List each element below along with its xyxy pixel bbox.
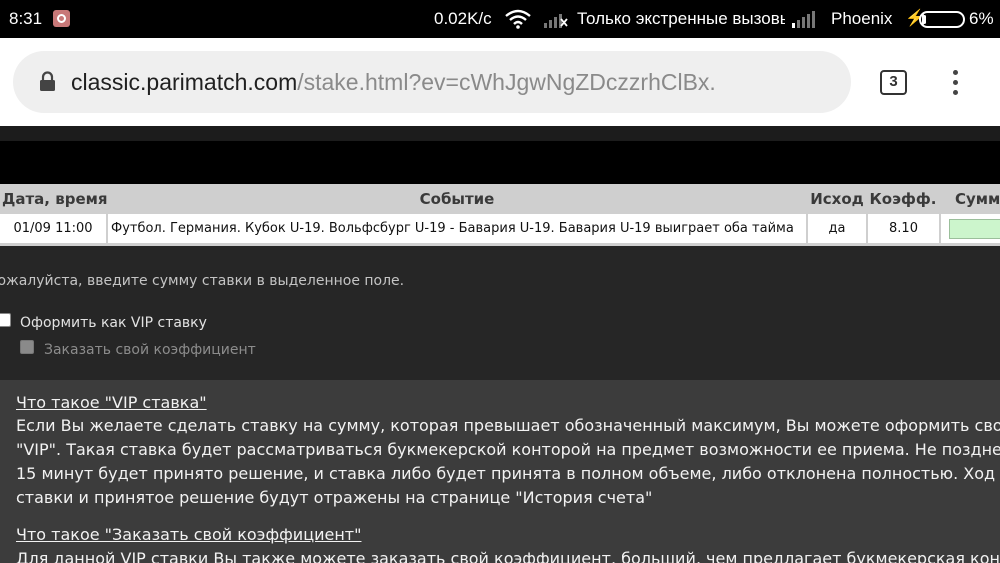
vip-bet-checkbox[interactable] [0,313,11,327]
browser-toolbar: classic.parimatch.com/stake.html?ev=cWhJ… [0,38,1000,126]
status-carrier-1: Только экстренные вызовы [577,9,785,28]
info-vip-text-line: Если Вы желаете сделать ставку на сумму,… [16,416,1000,435]
status-time: 8:31 [9,9,43,28]
battery-percent: 6% [969,9,994,28]
stake-amount-input[interactable] [949,219,1000,239]
cell-stake [941,214,1000,243]
status-carrier-2: Phoenix [831,9,893,28]
url-text[interactable]: classic.parimatch.com/stake.html?ev=cWhJ… [71,67,716,97]
cell-date: 01/09 11:00 [0,214,106,243]
custom-odds-checkbox[interactable] [20,340,34,354]
header-odds: Коэфф. [869,190,937,208]
web-page: Дата, время Событие Исход Коэфф. Сумма 0… [0,126,1000,563]
url-path: /stake.html?ev=cWhJgwNgZDczzrhClBx. [297,69,716,95]
signal-no-service-icon [544,14,568,28]
custom-odds-label[interactable]: Заказать свой коэффициент [44,342,256,358]
stake-hint: Пожалуйста, введите сумму ставки в выдел… [0,273,405,289]
info-vip-title: Что такое "VIP ставка" [16,393,207,412]
url-domain: classic.parimatch.com [71,69,298,95]
bet-slip-table: Дата, время Событие Исход Коэфф. Сумма 0… [0,184,1000,246]
info-vip-text-line: "VIP". Такая ставка будет рассматриватьс… [16,440,1000,459]
battery-fill [922,14,924,25]
lock-icon [40,71,55,91]
page-header-band [0,141,1000,184]
info-vip-text-line: 15 минут будет принято решение, и ставка… [16,464,1000,483]
notification-app-icon [53,10,70,27]
status-net-speed: 0.02K/c [434,9,492,28]
info-vip-text-line: ставки и принятое решение будут отражены… [16,488,653,507]
info-custom-odds-text-line: Для данной VIP ставки Вы также можете за… [16,549,1000,563]
address-bar[interactable]: classic.parimatch.com/stake.html?ev=cWhJ… [13,51,851,113]
cell-outcome: да [808,214,866,243]
header-stake: Сумма [955,190,1000,208]
vip-bet-label[interactable]: Оформить как VIP ставку [20,315,207,331]
battery-icon [919,11,965,28]
header-event: Событие [419,190,495,208]
header-date: Дата, время [2,190,108,208]
cell-odds: 8.10 [868,214,939,243]
more-options-icon[interactable] [943,68,967,98]
wifi-icon [505,9,531,29]
page-header-strip [0,126,1000,141]
signal-strength-icon [792,11,815,28]
info-panel: Что такое "VIP ставка" Если Вы желаете с… [0,380,1000,563]
header-outcome: Исход [810,190,864,208]
cell-event: Футбол. Германия. Кубок U-19. Вольфсбург… [108,214,806,243]
info-custom-odds-title: Что такое "Заказать свой коэффициент" [16,525,362,544]
tab-switcher-button[interactable]: 3 [880,70,907,95]
android-status-bar: 8:31 0.02K/c Только экстренные вызовы Ph… [0,0,1000,38]
